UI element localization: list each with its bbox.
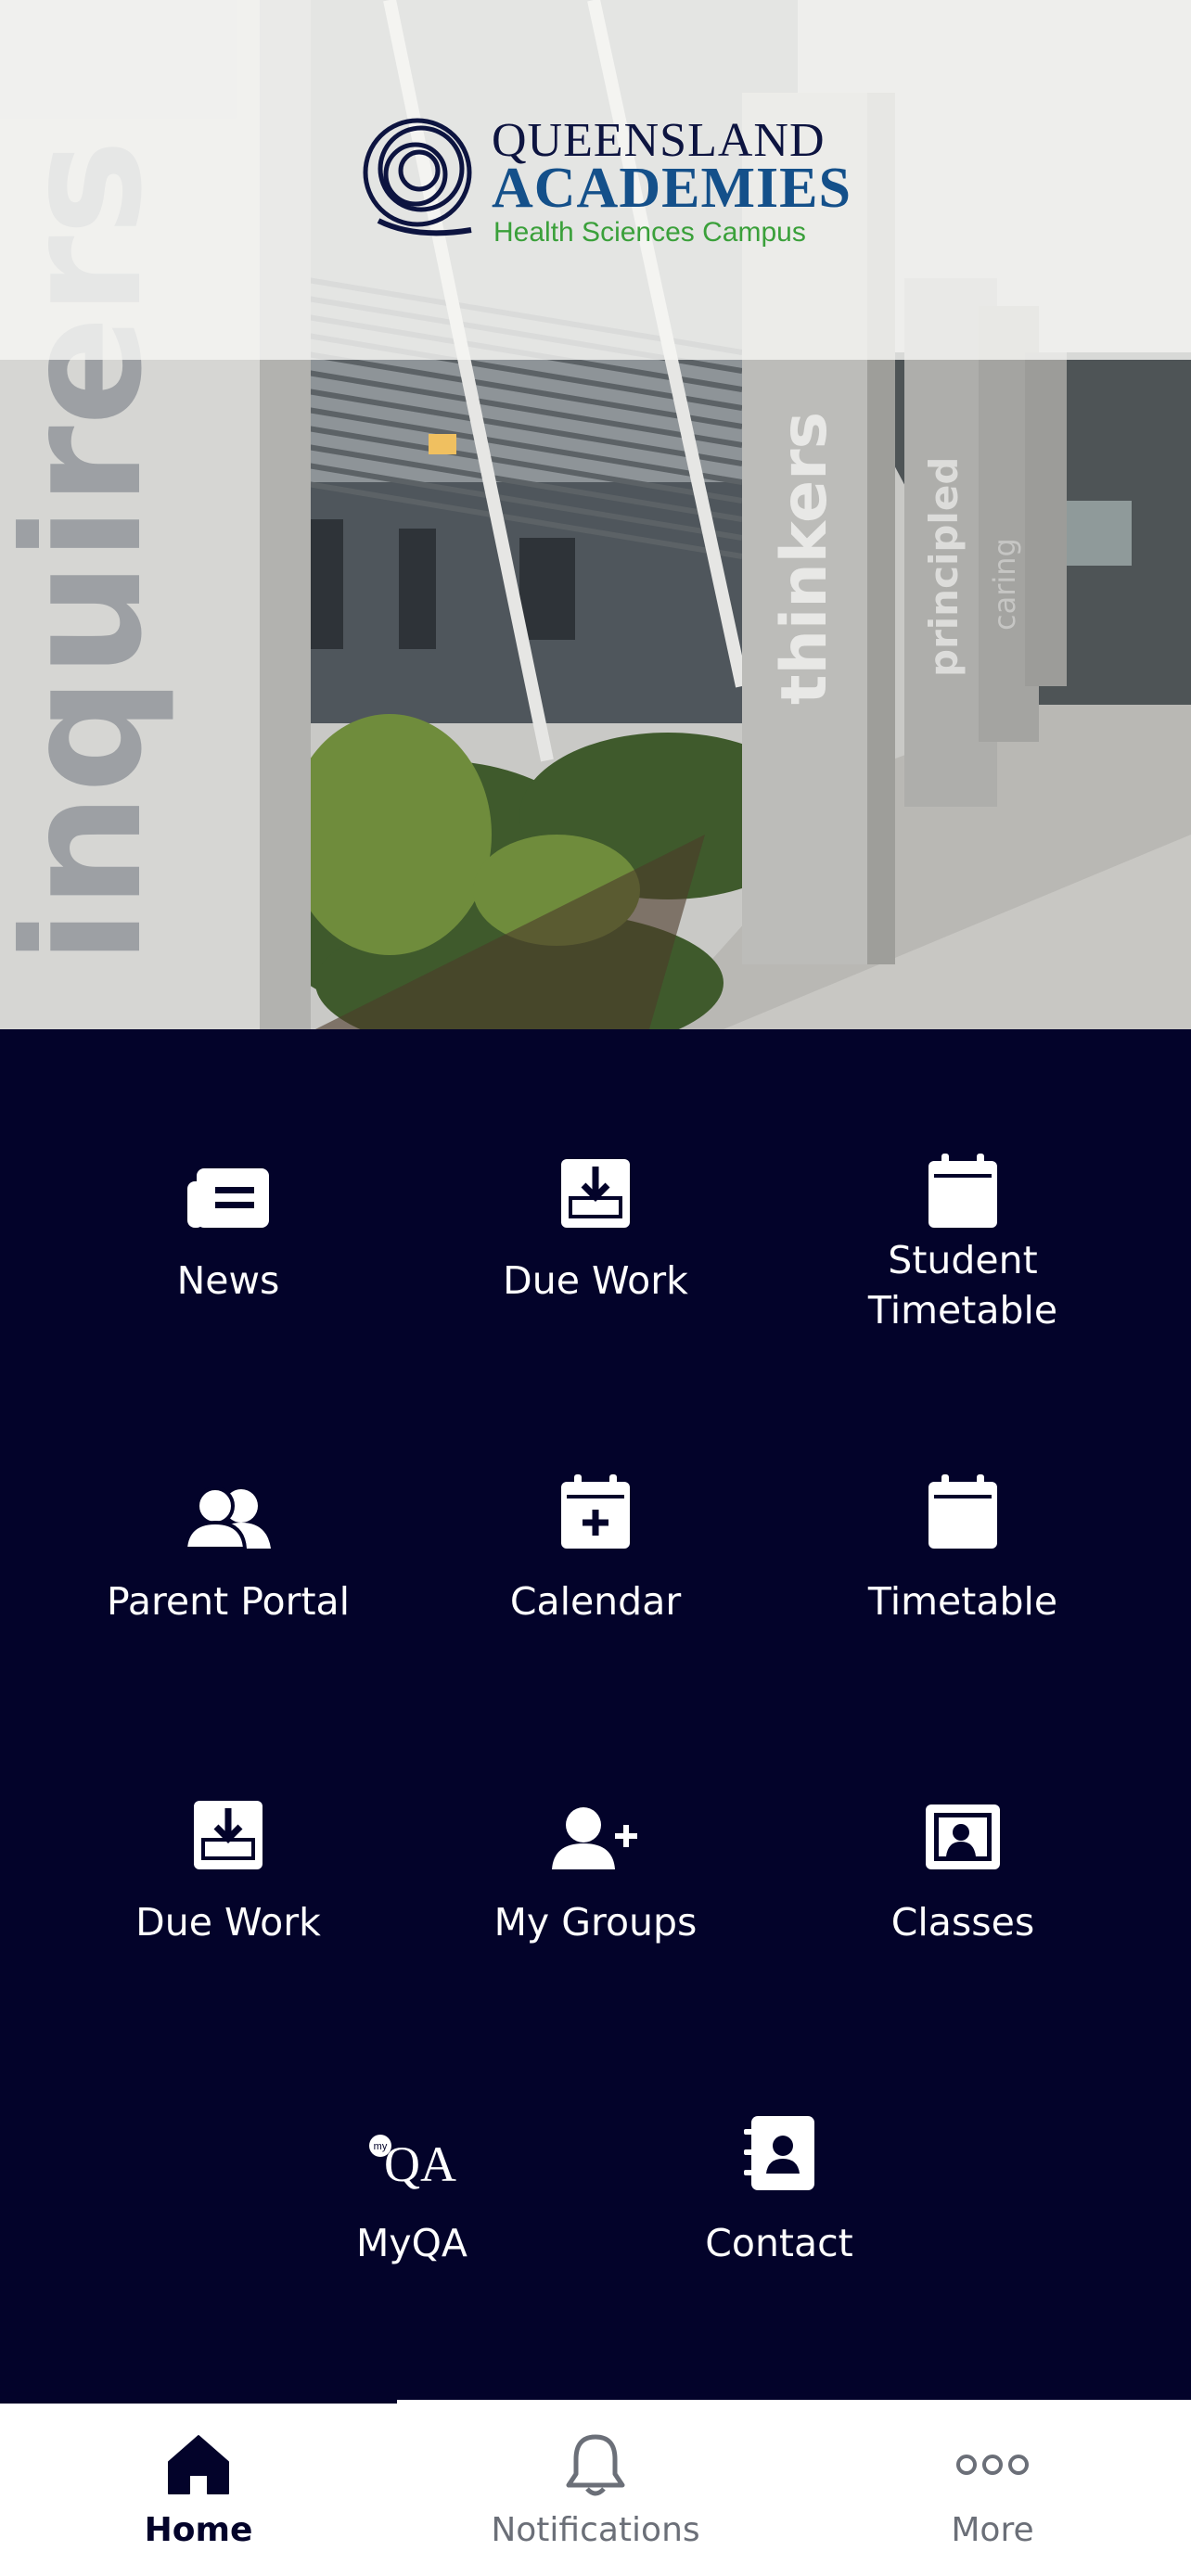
menu-tile-news[interactable]: News (43, 1142, 414, 1384)
bottom-tab-bar: Home Notifications More (0, 2400, 1191, 2576)
pillar-word-caring: caring (987, 538, 1022, 631)
download-icon (194, 1784, 263, 1869)
menu-tile-my-groups[interactable]: My Groups (410, 1784, 781, 2025)
logo-line-campus: Health Sciences Campus (493, 217, 806, 248)
bell-icon (565, 2429, 626, 2500)
home-icon (167, 2429, 230, 2500)
menu-tile-myqa[interactable]: my QA MyQA (226, 2105, 597, 2346)
tab-label: Home (144, 2511, 253, 2549)
myqa-logo-text: QA (384, 2136, 456, 2190)
calendar-plus-icon (561, 1463, 630, 1549)
newspaper-icon (187, 1142, 269, 1228)
menu-tile-calendar[interactable]: Calendar (410, 1463, 781, 1704)
menu-tile-classes[interactable]: Classes (777, 1784, 1148, 2025)
calendar-icon (928, 1463, 997, 1549)
menu-tile-label: News (176, 1258, 280, 1303)
contact-book-icon (744, 2105, 814, 2190)
menu-tile-label: Student Timetable (868, 1235, 1057, 1335)
menu-tile-due-work[interactable]: Due Work (410, 1142, 781, 1384)
menu-grid: News Due Work Student Timetable Parent P… (0, 1029, 1191, 2402)
pillar-word-thinkers: thinkers (768, 412, 841, 705)
menu-tile-label: Calendar (509, 1579, 682, 1624)
menu-tile-label-line: Timetable (867, 1288, 1058, 1333)
menu-tile-label: Contact (705, 2221, 853, 2265)
tab-notifications[interactable]: Notifications (397, 2400, 794, 2576)
more-dots-icon (955, 2429, 1030, 2500)
menu-tile-label: Timetable (867, 1579, 1058, 1624)
menu-tile-label: MyQA (356, 2221, 467, 2265)
myqa-logo-icon: my QA (365, 2105, 458, 2190)
menu-tile-timetable[interactable]: Timetable (777, 1463, 1148, 1704)
tab-label: Notifications (491, 2511, 700, 2549)
tab-home[interactable]: Home (0, 2400, 397, 2576)
menu-tile-label: My Groups (493, 1900, 698, 1945)
pillar-word-principled: principled (921, 457, 967, 677)
classroom-icon (926, 1784, 1000, 1869)
menu-tile-contact[interactable]: Contact (594, 2105, 965, 2346)
menu-tile-label: Due Work (135, 1900, 321, 1945)
tab-label: More (951, 2511, 1034, 2549)
users-icon (184, 1463, 273, 1549)
download-icon (561, 1142, 630, 1228)
calendar-icon (928, 1142, 997, 1228)
tab-more[interactable]: More (794, 2400, 1191, 2576)
qa-swirl-logo-icon (363, 118, 472, 236)
menu-tile-parent-portal[interactable]: Parent Portal (43, 1463, 414, 1704)
hero-banner: inquirers thinkers principled caring QUE… (0, 0, 1191, 1029)
menu-tile-student-timetable[interactable]: Student Timetable (777, 1142, 1148, 1384)
user-plus-icon (552, 1784, 639, 1869)
menu-tile-due-work-2[interactable]: Due Work (43, 1784, 414, 2025)
menu-tile-label: Due Work (503, 1258, 688, 1303)
menu-tile-label-line: Student (888, 1238, 1038, 1282)
logo-line-academies: ACADEMIES (492, 157, 852, 220)
school-logo: QUEENSLAND ACADEMIES Health Sciences Cam… (360, 109, 851, 258)
menu-tile-label: Parent Portal (106, 1579, 351, 1624)
menu-tile-label: Classes (890, 1900, 1035, 1945)
